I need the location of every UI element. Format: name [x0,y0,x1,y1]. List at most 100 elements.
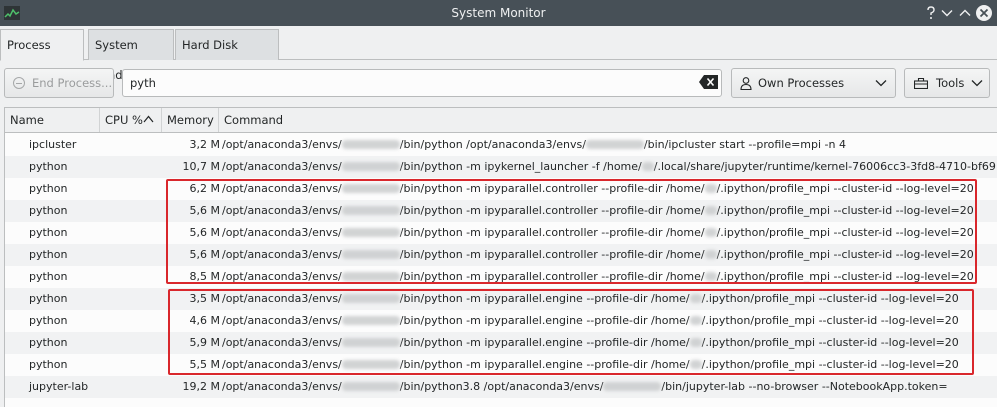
close-button[interactable] [975,4,993,22]
tab-process-table[interactable]: Process Table [0,29,84,82]
column-header-command[interactable]: Command [219,108,997,132]
column-header-name[interactable]: Name [5,108,100,132]
clear-search-icon[interactable] [699,75,718,89]
end-process-icon [13,77,25,89]
process-command: /opt/anaconda3/envs/ /bin/python -m ipypa… [222,178,974,200]
redacted-text [704,250,717,259]
table-body: ipcluster 3,2 M/opt/anaconda3/envs/ /bin/p… [5,134,997,398]
table-row[interactable]: python 5,6 M/opt/anaconda3/envs/ /bin/pyth… [5,244,997,266]
tools-label: Tools [936,76,965,90]
user-icon [740,76,752,90]
command-part: /.ipython/profile_mpi --cluster-id --log… [701,336,959,349]
process-command: /opt/anaconda3/envs/ /bin/python3.8 /opt/… [222,376,948,398]
command-part: /.local/share/jupyter/runtime/kernel-760… [653,160,996,173]
redacted-text [341,316,400,325]
column-header-memory[interactable]: Memory [162,108,219,132]
process-command: /opt/anaconda3/envs/ /bin/python /opt/ana… [222,134,846,156]
redacted-text [689,316,702,325]
command-part: /.ipython/profile_mpi --cluster-id --log… [701,292,959,305]
process-memory: 3,5 M [189,292,220,305]
process-command: /opt/anaconda3/envs/ /bin/python -m ipypa… [222,288,959,310]
redacted-text [341,162,400,171]
redacted-text [689,294,702,303]
command-part: /opt/anaconda3/envs/ [222,336,342,349]
command-part: /bin/python -m ipyparallel.controller --… [399,270,705,283]
redacted-text [341,272,400,281]
command-part: /bin/python -m ipyparallel.engine --prof… [399,336,690,349]
process-memory: 4,6 M [189,314,220,327]
process-table[interactable]: Name CPU % Memory Command ipcluster 3,2 M… [4,107,997,407]
process-name: python [29,270,68,283]
process-name: python [29,160,68,173]
command-part: /.ipython/profile_mpi --cluster-id --log… [716,226,974,239]
command-part: /.ipython/profile_mpi --cluster-id --log… [716,182,974,195]
redacted-text [341,140,400,149]
redacted-text [641,162,654,171]
redacted-text [341,250,400,259]
process-filter-combo[interactable]: Own Processes [731,68,896,98]
process-name: python [29,182,68,195]
process-name: python [29,358,68,371]
end-process-button[interactable]: End Process... [4,68,114,98]
process-memory: 5,6 M [189,204,220,217]
command-part: /.ipython/profile_mpi --cluster-id --log… [716,204,974,217]
table-row[interactable]: python 6,2 M/opt/anaconda3/envs/ /bin/pyth… [5,178,997,200]
command-part: /bin/python -m ipyparallel.controller --… [399,248,705,261]
table-row[interactable]: jupyter-lab 19,2 M/opt/anaconda3/envs/ /bi… [5,376,997,398]
process-memory: 5,6 M [189,226,220,239]
table-row[interactable]: python 8,5 M/opt/anaconda3/envs/ /bin/pyth… [5,266,997,288]
search-input[interactable] [122,69,722,97]
command-part: /bin/jupyter-lab --no-browser --Notebook… [661,380,948,393]
process-command: /opt/anaconda3/envs/ /bin/python -m ipypa… [222,332,959,354]
tab-hard-disk-totals[interactable]: Hard Disk Totals [175,29,279,82]
command-part: /.ipython/profile_mpi --cluster-id --log… [716,248,974,261]
process-memory: 6,2 M [189,182,220,195]
command-part: /opt/anaconda3/envs/ [222,204,342,217]
redacted-text [704,184,717,193]
table-row[interactable]: ipcluster 3,2 M/opt/anaconda3/envs/ /bin/p… [5,134,997,156]
command-part: /opt/anaconda3/envs/ [222,160,342,173]
maximize-button[interactable] [956,4,974,22]
redacted-text [341,228,400,237]
command-part: /.ipython/profile_mpi --cluster-id --log… [716,270,974,283]
chevron-down-icon [971,80,983,87]
table-row[interactable]: python 10,7 M/opt/anaconda3/envs/ /bin/pyt… [5,156,997,178]
command-part: /bin/python -m ipyparallel.controller --… [399,226,705,239]
process-memory: 5,6 M [189,248,220,261]
title-bar: System Monitor [0,0,997,26]
table-row[interactable]: python 4,6 M/opt/anaconda3/envs/ /bin/pyth… [5,310,997,332]
command-part: /opt/anaconda3/envs/ [222,138,342,151]
process-name: jupyter-lab [29,380,89,393]
maximize-icon [959,9,971,16]
table-row[interactable]: python 5,6 M/opt/anaconda3/envs/ /bin/pyth… [5,200,997,222]
process-command: /opt/anaconda3/envs/ /bin/python -m ipypa… [222,200,974,222]
process-command: /opt/anaconda3/envs/ /bin/python -m ipyke… [222,156,996,178]
table-row[interactable]: python 5,9 M/opt/anaconda3/envs/ /bin/pyth… [5,332,997,354]
redacted-text [689,360,702,369]
command-part: /bin/python -m ipyparallel.engine --prof… [399,358,690,371]
command-part: /.ipython/profile_mpi --cluster-id --log… [701,358,959,371]
column-header-cpu[interactable]: CPU % [100,108,162,132]
process-memory: 3,2 M [189,138,220,151]
close-icon [976,5,992,21]
table-row[interactable]: python 3,5 M/opt/anaconda3/envs/ /bin/pyth… [5,288,997,310]
redacted-text [704,272,717,281]
redacted-text [704,206,717,215]
command-part: /opt/anaconda3/envs/ [222,270,342,283]
minimize-button[interactable] [938,4,956,22]
redacted-text [704,228,717,237]
window-title: System Monitor [451,6,546,20]
command-part: /bin/python -m ipyparallel.engine --prof… [399,292,690,305]
command-part: /bin/python -m ipyparallel.engine --prof… [399,314,690,327]
table-row[interactable]: python 5,6 M/opt/anaconda3/envs/ /bin/pyth… [5,222,997,244]
command-part: /bin/python3.8 /opt/anaconda3/envs/ [399,380,604,393]
tools-button[interactable]: Tools [904,68,990,98]
minimize-icon [941,10,953,17]
help-icon [927,6,935,19]
redacted-text [585,140,644,149]
tab-system-load[interactable]: System Load [88,29,174,82]
table-row[interactable]: python 5,5 M/opt/anaconda3/envs/ /bin/pyth… [5,354,997,376]
process-filter-value: Own Processes [758,76,845,90]
redacted-text [341,360,400,369]
process-memory: 5,5 M [189,358,220,371]
